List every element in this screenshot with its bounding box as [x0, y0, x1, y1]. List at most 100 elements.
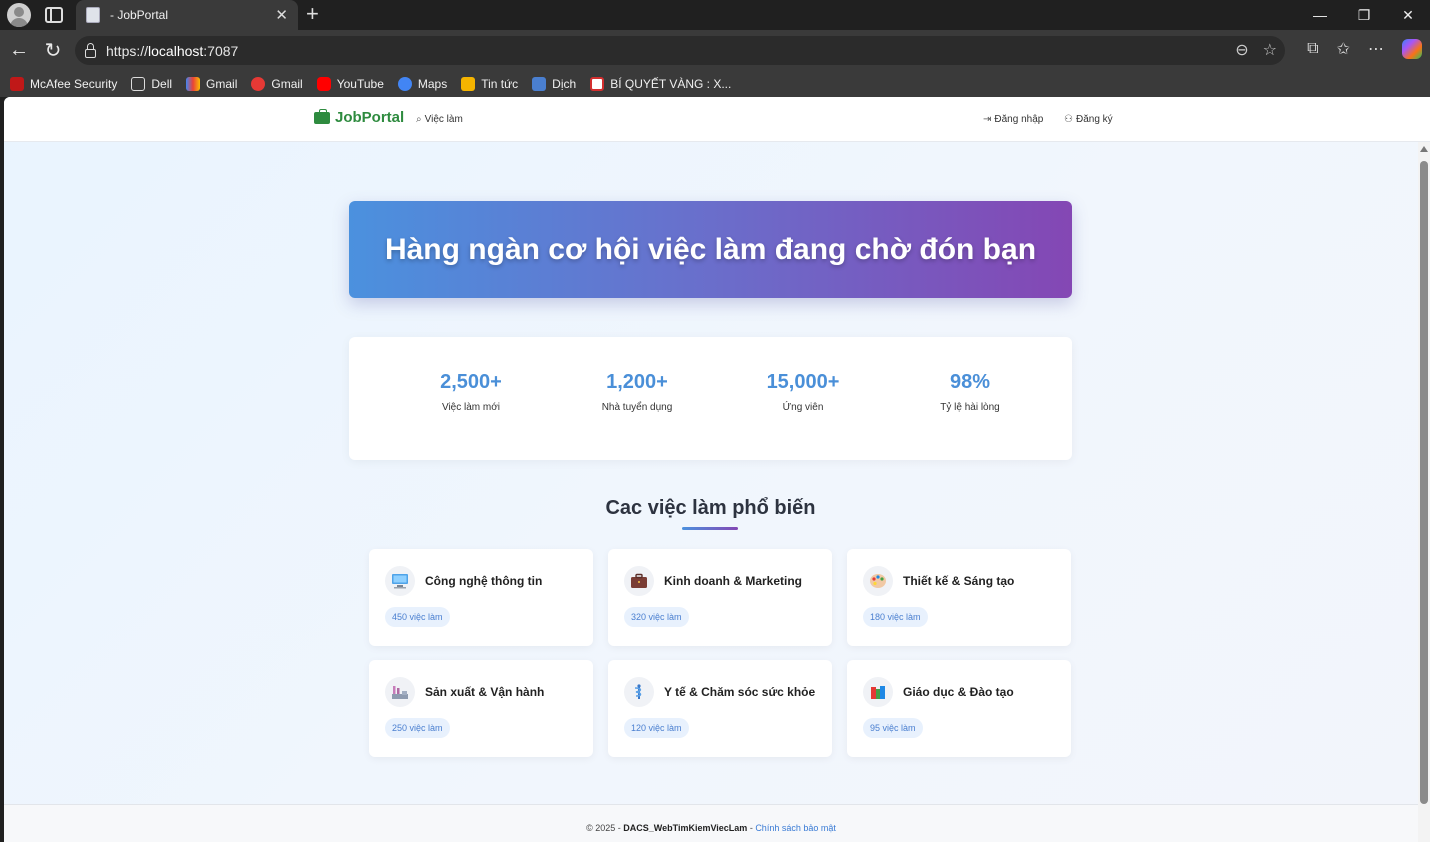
bookmark-mcafee[interactable]: McAfee Security: [10, 76, 118, 91]
bookmark-label: YouTube: [336, 76, 384, 91]
category-title: Công nghệ thông tin: [425, 574, 543, 588]
brand-logo[interactable]: JobPortal: [314, 108, 405, 126]
vodafone-icon: [590, 76, 605, 91]
category-title: Y tế & Chăm sóc sức khỏe: [664, 685, 816, 699]
gmail-icon: [186, 76, 201, 91]
extensions-icon[interactable]: ⧉: [1307, 40, 1318, 58]
lock-icon[interactable]: [85, 42, 96, 58]
bookmark-label: Maps: [417, 76, 448, 91]
scrollbar-thumb[interactable]: [1420, 161, 1428, 804]
bookmark-maps[interactable]: Maps: [397, 76, 448, 91]
copilot-icon[interactable]: [1402, 39, 1422, 59]
category-card-manufacturing[interactable]: Sản xuất & Vận hành 250 việc làm: [369, 660, 593, 757]
stat-value: 98%: [949, 371, 991, 393]
zoom-icon[interactable]: ⊖: [1235, 40, 1248, 60]
bookmark-label: McAfee Security: [30, 76, 118, 91]
category-card-business[interactable]: Kinh doanh & Marketing 320 việc làm: [608, 549, 832, 646]
briefcase-icon: [624, 566, 654, 596]
youtube-icon: [316, 76, 331, 91]
folder-icon: [131, 76, 146, 91]
reload-icon[interactable]: ↻: [36, 38, 70, 63]
palette-icon: [863, 566, 893, 596]
stat-label: Việc làm mới: [441, 402, 501, 413]
nav-link-login-label: Đăng nhập: [994, 114, 1044, 125]
search-icon: ⌕: [416, 114, 422, 125]
new-tab-icon[interactable]: +: [306, 3, 319, 25]
category-title: Giáo dục & Đào tạo: [903, 685, 1014, 699]
hero-banner: Hàng ngàn cơ hội việc làm đang chờ đón b…: [349, 201, 1072, 298]
tab-actions-icon[interactable]: [45, 7, 63, 23]
favorite-star-icon[interactable]: ☆: [1263, 40, 1277, 60]
stats-panel: 2,500+ Việc làm mới 1,200+ Nhà tuyển dụn…: [349, 337, 1072, 460]
bookmark-youtube[interactable]: YouTube: [316, 76, 384, 91]
category-job-count: 320 việc làm: [624, 607, 689, 627]
category-job-count: 450 việc làm: [385, 607, 450, 627]
omnibox-actions: ⊖ ☆: [1235, 40, 1277, 60]
stat-value: 1,200+: [606, 371, 668, 393]
nav-link-login[interactable]: ⇥ Đăng nhập: [983, 114, 1043, 125]
bookmark-dich[interactable]: Dịch: [532, 76, 576, 91]
bookmark-label: Gmail: [271, 76, 303, 91]
site-footer: © 2025 - DACS_WebTimKiemViecLam - Chính …: [4, 804, 1418, 842]
profile-avatar-icon[interactable]: [7, 3, 31, 27]
bookmarks-bar: McAfee Security Dell Gmail Gmail YouTube…: [0, 70, 1430, 97]
bookmark-dell[interactable]: Dell: [131, 76, 173, 91]
tab-title: - JobPortal: [110, 8, 169, 22]
nav-link-register[interactable]: ⚇ Đăng ký: [1064, 114, 1113, 125]
scroll-up-arrow-icon[interactable]: [1420, 146, 1428, 152]
category-title: Thiết kế & Sáng tạo: [903, 574, 1015, 588]
category-job-count: 120 việc làm: [624, 718, 689, 738]
category-job-count: 180 việc làm: [863, 607, 928, 627]
mcafee-icon: [10, 76, 24, 91]
stat-new-jobs: 2,500+ Việc làm mới: [391, 371, 551, 413]
restore-icon[interactable]: ❐: [1342, 0, 1386, 30]
category-card-healthcare[interactable]: Y tế & Chăm sóc sức khỏe 120 việc làm: [608, 660, 832, 757]
close-window-icon[interactable]: ✕: [1386, 0, 1430, 30]
privacy-policy-link[interactable]: Chính sách bảo mật: [755, 823, 836, 833]
books-icon: [863, 677, 893, 707]
bookmark-gmail-1[interactable]: Gmail: [186, 76, 237, 91]
category-title: Kinh doanh & Marketing: [664, 574, 802, 588]
nav-link-register-label: Đăng ký: [1075, 114, 1113, 125]
browser-tab-jobportal[interactable]: - JobPortal ✕: [76, 0, 298, 30]
translate-icon: [532, 76, 547, 91]
category-card-education[interactable]: Giáo dục & Đào tạo 95 việc làm: [847, 660, 1071, 757]
bookmark-biquyetvang[interactable]: BÍ QUYẾT VÀNG : X...: [590, 76, 732, 91]
bookmark-gmail-2[interactable]: Gmail: [251, 76, 303, 91]
browser-tab-bar: - JobPortal ✕ + — ❐ ✕: [0, 0, 1430, 30]
footer-project-name: DACS_WebTimKiemViecLam: [623, 823, 748, 833]
stat-satisfaction: 98% Tỷ lệ hài lòng: [890, 371, 1050, 413]
favorites-icon[interactable]: ✩: [1337, 39, 1350, 59]
url-input[interactable]: https://localhost:7087 ⊖ ☆: [75, 36, 1285, 65]
nav-link-jobs[interactable]: ⌕ Việc làm: [416, 114, 463, 125]
brand-name: JobPortal: [335, 109, 405, 126]
minimize-icon[interactable]: —: [1298, 0, 1342, 30]
medical-icon: [624, 677, 654, 707]
section-title: Cac việc làm phổ biến: [605, 497, 816, 519]
close-tab-icon[interactable]: ✕: [275, 6, 288, 24]
browser-address-bar: ← ↻ https://localhost:7087 ⊖ ☆ ⧉ ✩ ⋯: [0, 30, 1430, 70]
bookmark-tintuc[interactable]: Tin tức: [461, 76, 519, 91]
category-job-count: 95 việc làm: [863, 718, 923, 738]
back-arrow-icon[interactable]: ←: [2, 39, 36, 62]
category-title: Sản xuất & Vận hành: [425, 685, 545, 699]
url-host: localhost: [148, 42, 204, 59]
section-title-underline: [682, 527, 738, 530]
more-menu-icon[interactable]: ⋯: [1368, 39, 1384, 59]
category-job-count: 250 việc làm: [385, 718, 450, 738]
computer-icon: [385, 566, 415, 596]
bookmark-label: Tin tức: [481, 76, 519, 91]
opera-gmail-icon: [251, 76, 266, 91]
bookmark-label: Dell: [151, 76, 173, 91]
stat-label: Tỷ lệ hài lòng: [940, 402, 1000, 413]
user-plus-icon: ⚇: [1064, 114, 1073, 125]
nav-link-jobs-label: Việc làm: [424, 114, 463, 125]
bookmark-label: BÍ QUYẾT VÀNG : X...: [610, 76, 732, 91]
maps-icon: [397, 76, 412, 91]
category-card-design[interactable]: Thiết kế & Sáng tạo 180 việc làm: [847, 549, 1071, 646]
stat-label: Nhà tuyển dụng: [601, 402, 673, 413]
stat-employers: 1,200+ Nhà tuyển dụng: [557, 371, 717, 413]
briefcase-icon: [314, 108, 330, 124]
category-card-it[interactable]: Công nghệ thông tin 450 việc làm: [369, 549, 593, 646]
hero-title: Hàng ngàn cơ hội việc làm đang chờ đón b…: [384, 232, 1037, 266]
